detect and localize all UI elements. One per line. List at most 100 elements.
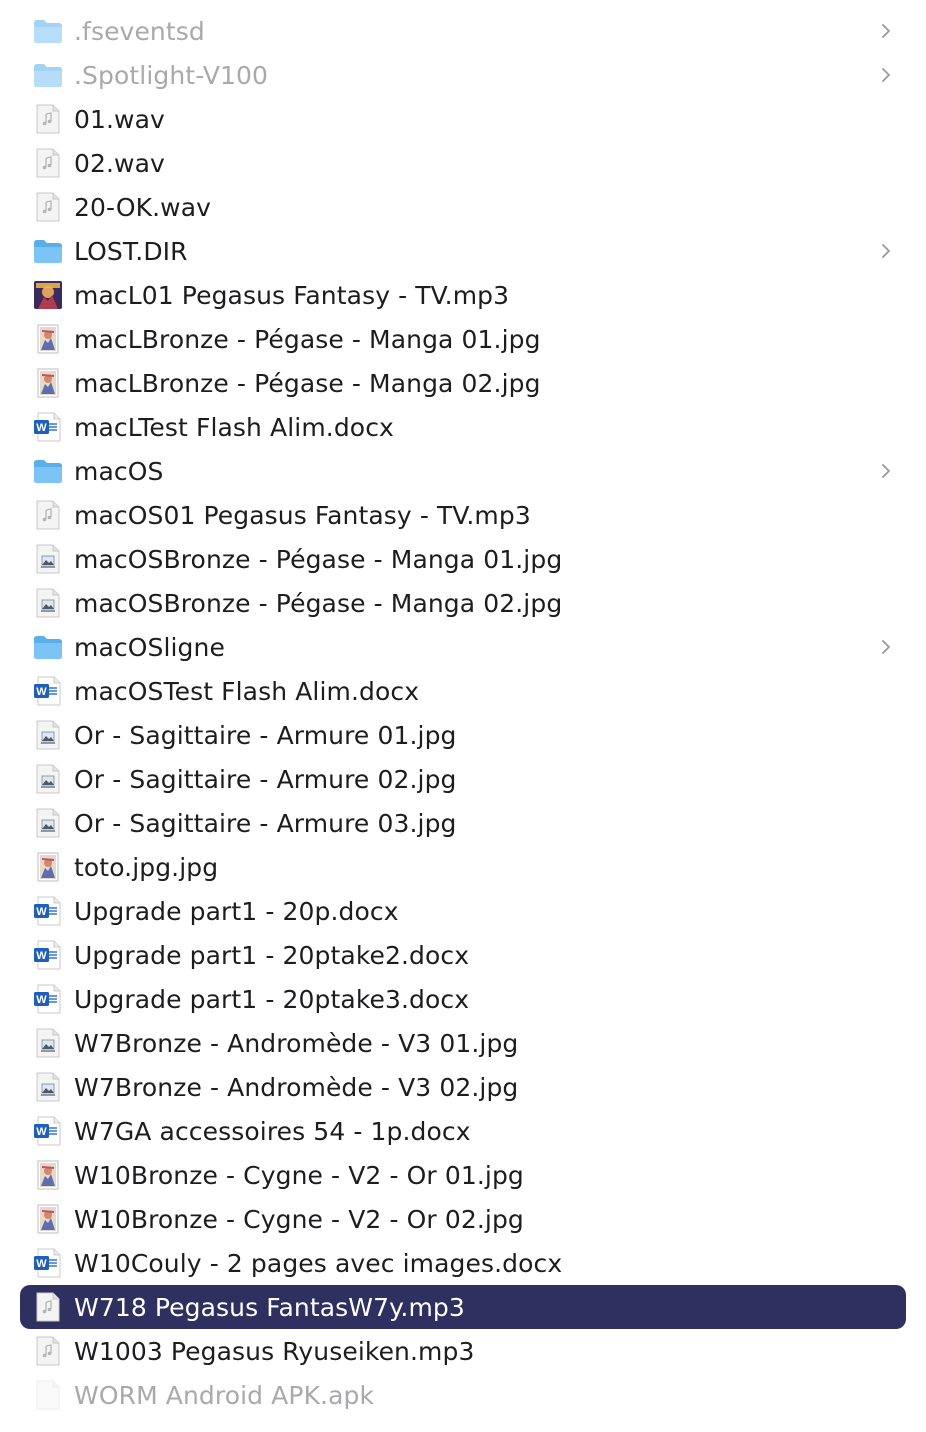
file-name: macOSBronze - Pégase - Manga 02.jpg — [74, 588, 563, 618]
file-name: W10Bronze - Cygne - V2 - Or 01.jpg — [74, 1160, 524, 1190]
file-row[interactable]: 01.wav — [20, 97, 906, 141]
folder-icon — [32, 631, 64, 663]
file-name: Or - Sagittaire - Armure 02.jpg — [74, 764, 457, 794]
chevron-right-icon[interactable] — [876, 461, 896, 481]
word-document-icon: W — [32, 1115, 64, 1147]
file-row[interactable]: Or - Sagittaire - Armure 02.jpg — [20, 757, 906, 801]
image-file-icon — [32, 1027, 64, 1059]
file-name: WORM Android APK.apk — [74, 1380, 375, 1410]
file-row[interactable]: W W7GA accessoires 54 - 1p.docx — [20, 1109, 906, 1153]
svg-text:W: W — [36, 686, 47, 698]
chevron-right-icon[interactable] — [876, 65, 896, 85]
image-thumbnail-icon — [32, 851, 64, 883]
folder-row[interactable]: macOS — [20, 449, 906, 493]
file-row[interactable]: W Upgrade part1 - 20ptake2.docx — [20, 933, 906, 977]
file-row[interactable]: macL01 Pegasus Fantasy - TV.mp3 — [20, 273, 906, 317]
file-row[interactable]: Or - Sagittaire - Armure 03.jpg — [20, 801, 906, 845]
image-thumbnail-icon — [32, 323, 64, 355]
file-name: LOST.DIR — [74, 236, 188, 266]
folder-icon — [32, 59, 64, 91]
word-document-icon: W — [32, 895, 64, 927]
folder-row[interactable]: LOST.DIR — [20, 229, 906, 273]
file-name: Upgrade part1 - 20ptake2.docx — [74, 940, 470, 970]
file-name: macL01 Pegasus Fantasy - TV.mp3 — [74, 280, 510, 310]
svg-text:W: W — [36, 950, 47, 962]
chevron-right-icon[interactable] — [876, 21, 896, 41]
audio-file-icon — [32, 499, 64, 531]
file-row[interactable]: WORM Android APK.apk — [20, 1373, 906, 1417]
file-name: toto.jpg.jpg — [74, 852, 219, 882]
file-name: Or - Sagittaire - Armure 03.jpg — [74, 808, 457, 838]
file-list: .fseventsd .Spotlight-V100 01.wav 02.wav 20-… — [0, 9, 926, 1417]
image-thumbnail-icon — [32, 1203, 64, 1235]
image-file-icon — [32, 587, 64, 619]
file-name: Upgrade part1 - 20ptake3.docx — [74, 984, 470, 1014]
file-name: macOS01 Pegasus Fantasy - TV.mp3 — [74, 500, 531, 530]
chevron-right-icon[interactable] — [876, 241, 896, 261]
file-row[interactable]: Or - Sagittaire - Armure 01.jpg — [20, 713, 906, 757]
image-file-icon — [32, 1071, 64, 1103]
file-name: macLBronze - Pégase - Manga 01.jpg — [74, 324, 541, 354]
file-row[interactable]: macLBronze - Pégase - Manga 02.jpg — [20, 361, 906, 405]
chevron-right-icon[interactable] — [876, 637, 896, 657]
file-name: W718 Pegasus FantasW7y.mp3 — [74, 1292, 465, 1322]
folder-row[interactable]: .fseventsd — [20, 9, 906, 53]
svg-text:W: W — [36, 906, 47, 918]
file-row[interactable]: W Upgrade part1 - 20ptake3.docx — [20, 977, 906, 1021]
file-row[interactable]: WmacOSTest Flash Alim.docx — [20, 669, 906, 713]
folder-row[interactable]: macOSligne — [20, 625, 906, 669]
svg-text:W: W — [36, 1126, 47, 1138]
file-name: .fseventsd — [74, 16, 205, 46]
image-thumbnail-icon — [32, 367, 64, 399]
file-row[interactable]: macOS01 Pegasus Fantasy - TV.mp3 — [20, 493, 906, 537]
audio-file-icon — [32, 1335, 64, 1367]
audio-file-icon — [32, 147, 64, 179]
image-file-icon — [32, 719, 64, 751]
file-row[interactable]: WmacLTest Flash Alim.docx — [20, 405, 906, 449]
svg-text:W: W — [36, 422, 47, 434]
file-row[interactable]: W7Bronze - Andromède - V3 02.jpg — [20, 1065, 906, 1109]
file-row[interactable]: W10Bronze - Cygne - V2 - Or 01.jpg — [20, 1153, 906, 1197]
audio-file-icon — [32, 191, 64, 223]
file-name: macOSligne — [74, 632, 225, 662]
image-file-icon — [32, 807, 64, 839]
svg-text:W: W — [36, 994, 47, 1006]
file-name: W10Couly - 2 pages avec images.docx — [74, 1248, 563, 1278]
file-row[interactable]: W7Bronze - Andromède - V3 01.jpg — [20, 1021, 906, 1065]
file-name: W1003 Pegasus Ryuseiken.mp3 — [74, 1336, 475, 1366]
file-row[interactable]: macOSBronze - Pégase - Manga 02.jpg — [20, 581, 906, 625]
file-name: macOSBronze - Pégase - Manga 01.jpg — [74, 544, 563, 574]
word-document-icon: W — [32, 675, 64, 707]
file-name: Upgrade part1 - 20p.docx — [74, 896, 399, 926]
word-document-icon: W — [32, 983, 64, 1015]
blank-file-icon — [32, 1379, 64, 1411]
folder-row[interactable]: .Spotlight-V100 — [20, 53, 906, 97]
file-row[interactable]: 20-OK.wav — [20, 185, 906, 229]
file-name: W7GA accessoires 54 - 1p.docx — [74, 1116, 471, 1146]
word-document-icon: W — [32, 939, 64, 971]
file-row[interactable]: W Upgrade part1 - 20p.docx — [20, 889, 906, 933]
file-row[interactable]: 02.wav — [20, 141, 906, 185]
file-name: Or - Sagittaire - Armure 01.jpg — [74, 720, 457, 750]
folder-icon — [32, 455, 64, 487]
file-name: W10Bronze - Cygne - V2 - Or 02.jpg — [74, 1204, 524, 1234]
file-name: macLBronze - Pégase - Manga 02.jpg — [74, 368, 541, 398]
file-name: macLTest Flash Alim.docx — [74, 412, 394, 442]
file-row[interactable]: toto.jpg.jpg — [20, 845, 906, 889]
file-row[interactable]: W10Bronze - Cygne - V2 - Or 02.jpg — [20, 1197, 906, 1241]
file-row[interactable]: W W10Couly - 2 pages avec images.docx — [20, 1241, 906, 1285]
file-row[interactable]: W718 Pegasus FantasW7y.mp3 — [20, 1285, 906, 1329]
file-name: macOSTest Flash Alim.docx — [74, 676, 420, 706]
file-row[interactable]: W1003 Pegasus Ryuseiken.mp3 — [20, 1329, 906, 1373]
file-row[interactable]: macOSBronze - Pégase - Manga 01.jpg — [20, 537, 906, 581]
file-name: 02.wav — [74, 148, 165, 178]
file-name: .Spotlight-V100 — [74, 60, 269, 90]
audio-file-icon — [32, 103, 64, 135]
file-name: macOS — [74, 456, 164, 486]
image-file-icon — [32, 763, 64, 795]
image-thumbnail-icon — [32, 1159, 64, 1191]
file-row[interactable]: macLBronze - Pégase - Manga 01.jpg — [20, 317, 906, 361]
folder-icon — [32, 15, 64, 47]
file-name: 20-OK.wav — [74, 192, 212, 222]
word-document-icon: W — [32, 411, 64, 443]
